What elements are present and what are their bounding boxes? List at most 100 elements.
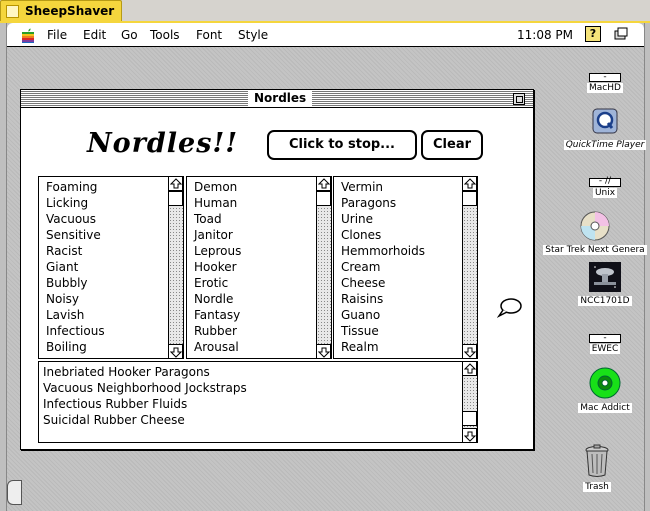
scroll-up-arrow-icon[interactable] bbox=[463, 177, 477, 191]
list-item[interactable]: Paragons bbox=[341, 195, 425, 211]
results-scrollbar[interactable] bbox=[462, 362, 477, 442]
scroll-down-arrow-icon[interactable] bbox=[169, 344, 183, 358]
macaddict-icon[interactable]: Mac Addict bbox=[574, 367, 636, 413]
list-item[interactable]: Noisy bbox=[46, 291, 105, 307]
list-item[interactable]: Suicidal Rubber Cheese bbox=[43, 412, 247, 428]
noun-list-2[interactable]: Vermin Paragons Urine Clones Hemmorhoids Crea… bbox=[333, 176, 478, 359]
menu-font[interactable]: Font bbox=[196, 28, 222, 42]
adjective-list[interactable]: Foaming Licking Vacuous Sensitive Racist Gian… bbox=[38, 176, 184, 359]
scroll-down-arrow-icon[interactable] bbox=[463, 428, 477, 442]
unix-disk-icon: - // bbox=[589, 177, 621, 187]
adjective-scrollbar[interactable] bbox=[168, 177, 183, 358]
list-item[interactable]: Vacuous bbox=[46, 211, 105, 227]
noun-list-1[interactable]: Demon Human Toad Janitor Leprous Hooker Erotic… bbox=[186, 176, 332, 359]
ewec-icon[interactable]: - EWEC bbox=[580, 334, 630, 354]
unix-icon[interactable]: - // Unix bbox=[580, 177, 630, 198]
menu-tools[interactable]: Tools bbox=[150, 28, 180, 42]
list-item[interactable]: Toad bbox=[194, 211, 241, 227]
menubar-clock[interactable]: 11:08 PM bbox=[517, 28, 573, 42]
quicktime-logo-icon bbox=[592, 108, 618, 134]
collapse-box-icon[interactable] bbox=[513, 93, 525, 105]
list-item[interactable]: Hooker bbox=[194, 259, 241, 275]
macaddict-cd-icon bbox=[589, 367, 621, 399]
starship-icon bbox=[589, 262, 621, 292]
list-item[interactable]: Cheese bbox=[341, 275, 425, 291]
results-list[interactable]: Inebriated Hooker Paragons Vacuous Neighb… bbox=[38, 361, 478, 443]
macaddict-label: Mac Addict bbox=[578, 403, 632, 413]
scroll-down-arrow-icon[interactable] bbox=[317, 344, 331, 358]
list-item[interactable]: Licking bbox=[46, 195, 105, 211]
ncc-icon[interactable]: NCC1701D bbox=[572, 262, 638, 306]
window-icon bbox=[6, 5, 19, 18]
trash-icon[interactable]: Trash bbox=[574, 444, 620, 492]
list-item[interactable]: Foaming bbox=[46, 179, 105, 195]
scroll-up-arrow-icon[interactable] bbox=[317, 177, 331, 191]
scroll-up-arrow-icon[interactable] bbox=[169, 177, 183, 191]
list-item[interactable]: Fantasy bbox=[194, 307, 241, 323]
scroll-down-arrow-icon[interactable] bbox=[463, 344, 477, 358]
list-item[interactable]: Janitor bbox=[194, 227, 241, 243]
speech-bubble-icon[interactable] bbox=[496, 297, 523, 323]
startrek-cd-icon[interactable]: Star Trek Next Genera bbox=[542, 211, 648, 255]
list-item[interactable]: Giant bbox=[46, 259, 105, 275]
list-item[interactable]: Infectious bbox=[46, 323, 105, 339]
list-item[interactable]: Tissue bbox=[341, 323, 425, 339]
trash-can-icon bbox=[585, 444, 609, 477]
cd-icon bbox=[580, 211, 610, 241]
trash-label: Trash bbox=[583, 482, 611, 492]
list-item[interactable]: Inebriated Hooker Paragons bbox=[43, 364, 247, 380]
list-item[interactable]: Human bbox=[194, 195, 241, 211]
list-item[interactable]: Hemmorhoids bbox=[341, 243, 425, 259]
list-item[interactable]: Bubbly bbox=[46, 275, 105, 291]
results-list-items: Inebriated Hooker Paragons Vacuous Neighb… bbox=[39, 362, 247, 428]
scroll-thumb[interactable] bbox=[169, 191, 183, 206]
list-item[interactable]: Vermin bbox=[341, 179, 425, 195]
quicktime-label: QuickTime Player bbox=[563, 140, 647, 150]
noun-2-scrollbar[interactable] bbox=[462, 177, 477, 358]
apple-menu-icon[interactable] bbox=[21, 28, 35, 43]
noun-list-1-items: Demon Human Toad Janitor Leprous Hooker Erotic… bbox=[187, 177, 241, 355]
scroll-thumb[interactable] bbox=[317, 191, 331, 206]
stop-button[interactable]: Click to stop... bbox=[267, 130, 417, 160]
app-title: Nordles!! bbox=[87, 128, 239, 159]
list-item[interactable]: Boiling bbox=[46, 339, 105, 355]
list-item[interactable]: Nordle bbox=[194, 291, 241, 307]
host-tab[interactable]: SheepShaver bbox=[0, 0, 122, 22]
application-menu-icon[interactable] bbox=[613, 26, 629, 42]
list-item[interactable]: Leprous bbox=[194, 243, 241, 259]
menu-style[interactable]: Style bbox=[238, 28, 268, 42]
host-tab-title: SheepShaver bbox=[25, 4, 115, 18]
list-item[interactable]: Arousal bbox=[194, 339, 241, 355]
host-left-edge bbox=[0, 23, 7, 511]
help-icon[interactable]: ? bbox=[585, 26, 601, 42]
list-item[interactable]: Realm bbox=[341, 339, 425, 355]
list-item[interactable]: Erotic bbox=[194, 275, 241, 291]
quicktime-icon[interactable]: QuickTime Player bbox=[560, 108, 650, 150]
list-item[interactable]: Demon bbox=[194, 179, 241, 195]
menu-edit[interactable]: Edit bbox=[83, 28, 106, 42]
menu-file[interactable]: File bbox=[47, 28, 67, 42]
scroll-thumb[interactable] bbox=[463, 411, 477, 426]
machd-icon[interactable]: - MacHD bbox=[580, 73, 630, 93]
list-item[interactable]: Rubber bbox=[194, 323, 241, 339]
list-item[interactable]: Vacuous Neighborhood Jockstraps bbox=[43, 380, 247, 396]
menu-go[interactable]: Go bbox=[121, 28, 138, 42]
list-item[interactable]: Urine bbox=[341, 211, 425, 227]
window-titlebar[interactable]: Nordles bbox=[21, 90, 533, 108]
clear-button[interactable]: Clear bbox=[421, 130, 483, 160]
list-item[interactable]: Sensitive bbox=[46, 227, 105, 243]
list-item[interactable]: Raisins bbox=[341, 291, 425, 307]
nordles-window: Nordles Nordles!! Click to stop... Clear… bbox=[20, 89, 534, 450]
list-item[interactable]: Racist bbox=[46, 243, 105, 259]
list-item[interactable]: Clones bbox=[341, 227, 425, 243]
scroll-up-arrow-icon[interactable] bbox=[463, 362, 477, 376]
list-item[interactable]: Cream bbox=[341, 259, 425, 275]
host-scroll-handle[interactable] bbox=[7, 480, 22, 505]
list-item[interactable]: Lavish bbox=[46, 307, 105, 323]
list-item[interactable]: Guano bbox=[341, 307, 425, 323]
scroll-thumb[interactable] bbox=[463, 191, 477, 206]
noun-1-scrollbar[interactable] bbox=[316, 177, 331, 358]
list-item[interactable]: Infectious Rubber Fluids bbox=[43, 396, 247, 412]
host-right-edge bbox=[644, 23, 650, 511]
unix-label: Unix bbox=[592, 188, 618, 198]
